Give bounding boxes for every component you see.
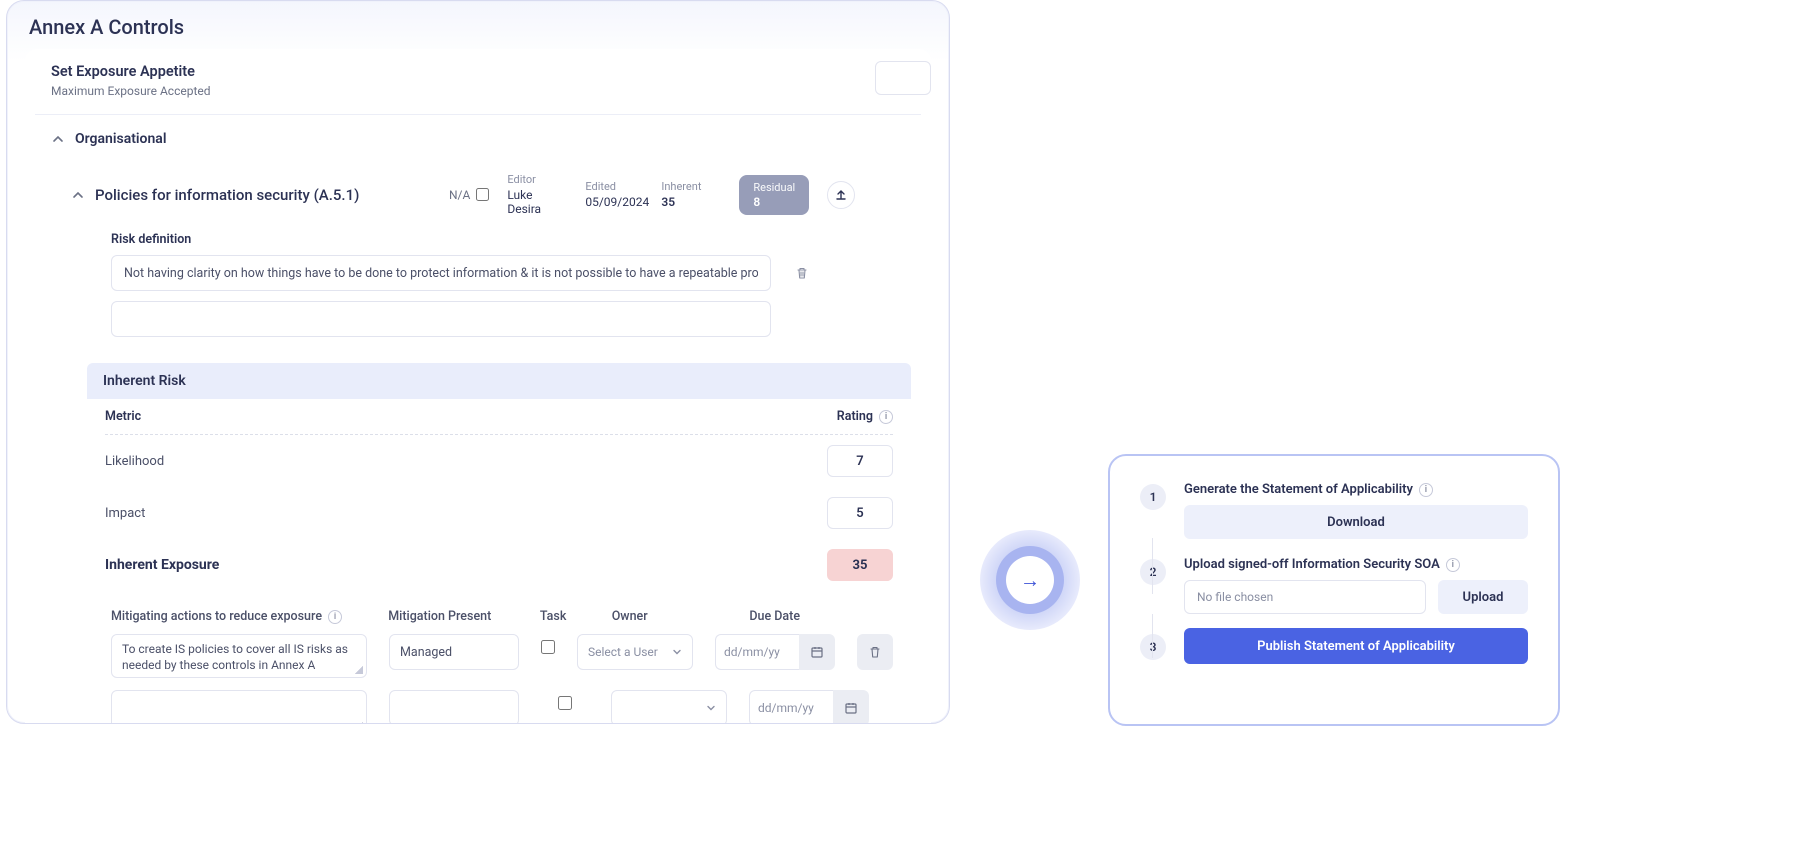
calendar-icon (844, 701, 858, 715)
exposure-title: Set Exposure Appetite (51, 63, 905, 80)
action-text-input[interactable] (111, 690, 367, 724)
exposure-appetite-card: Set Exposure Appetite Maximum Exposure A… (25, 49, 931, 114)
calendar-button[interactable] (833, 690, 869, 724)
page-title: Annex A Controls (7, 1, 949, 49)
metric-col-label: Metric (105, 409, 141, 424)
panel-body: Set Exposure Appetite Maximum Exposure A… (25, 49, 931, 724)
upload-icon (834, 188, 848, 202)
edited-label: Edited (585, 180, 643, 193)
download-button[interactable]: Download (1184, 505, 1528, 539)
owner-placeholder: Select a User (588, 645, 658, 659)
step-number-3: 3 (1140, 634, 1166, 660)
step-connector (1152, 538, 1153, 594)
editor-value: Luke Desira (507, 188, 567, 216)
likelihood-value[interactable]: 7 (827, 445, 893, 477)
col-mitigating-actions: Mitigating actions to reduce exposure (111, 609, 322, 624)
due-date-input[interactable]: dd/mm/yy (715, 634, 799, 670)
risk-definition-block: Risk definition (25, 226, 931, 357)
task-checkbox[interactable] (558, 696, 572, 710)
remove-action-button[interactable] (857, 634, 893, 670)
inherent-exposure-label: Inherent Exposure (105, 557, 219, 573)
risk-definition-label: Risk definition (111, 232, 845, 247)
task-checkbox[interactable] (541, 640, 555, 654)
flow-arrow-badge: → (980, 530, 1080, 630)
residual-value: 8 (753, 195, 760, 209)
col-task: Task (540, 609, 590, 624)
likelihood-label: Likelihood (105, 454, 164, 469)
impact-label: Impact (105, 506, 145, 521)
soa-wizard-card: 1 Generate the Statement of Applicabilit… (1108, 454, 1560, 726)
annex-controls-panel: Annex A Controls Set Exposure Appetite M… (6, 0, 950, 724)
chevron-up-icon (51, 132, 65, 146)
action-row-2: dd/mm/yy (111, 690, 869, 724)
control-title: Policies for information security (A.5.1… (95, 186, 359, 204)
step-connector (1152, 614, 1153, 658)
impact-value[interactable]: 5 (827, 497, 893, 529)
chevron-down-icon (706, 703, 716, 713)
due-date-input[interactable]: dd/mm/yy (749, 690, 833, 724)
na-checkbox[interactable] (476, 188, 489, 201)
publish-button[interactable]: Publish Statement of Applicability (1184, 628, 1528, 664)
owner-select[interactable] (611, 690, 727, 724)
chevron-up-icon (71, 188, 85, 202)
section-organisational[interactable]: Organisational (25, 115, 931, 163)
col-due-date: Due Date (749, 609, 869, 624)
step-2-title: Upload signed-off Information Security S… (1184, 557, 1440, 572)
upload-button[interactable] (827, 181, 855, 209)
delete-risk-def-button[interactable] (787, 258, 817, 288)
col-owner: Owner (612, 609, 728, 624)
rating-col-label: Rating (837, 409, 873, 424)
exposure-subtitle: Maximum Exposure Accepted (51, 84, 905, 98)
inherent-exposure-value: 35 (827, 549, 893, 581)
calendar-icon (810, 645, 824, 659)
risk-definition-input[interactable] (111, 255, 771, 291)
step-1-title: Generate the Statement of Applicability (1184, 482, 1413, 497)
mitigation-present-select[interactable]: Managed (389, 634, 519, 670)
chevron-down-icon (672, 647, 682, 657)
trash-icon (868, 645, 882, 659)
step-number-1: 1 (1140, 484, 1166, 510)
inherent-label: Inherent (661, 180, 721, 193)
info-icon[interactable]: i (879, 410, 893, 424)
exposure-value-input[interactable] (875, 61, 931, 95)
edited-value: 05/09/2024 (585, 195, 643, 209)
trash-icon (795, 266, 809, 280)
na-toggle[interactable]: N/A (449, 188, 489, 202)
editor-meta: Editor Luke Desira (507, 173, 567, 216)
info-icon[interactable]: i (1419, 483, 1433, 497)
inherent-value: 35 (661, 195, 721, 209)
col-mitigation-present: Mitigation Present (388, 609, 518, 624)
section-label: Organisational (75, 131, 166, 147)
step-2: 2 Upload signed-off Information Security… (1140, 557, 1528, 614)
inherent-risk-header: Inherent Risk (87, 363, 911, 399)
owner-select[interactable]: Select a User (577, 634, 693, 670)
editor-label: Editor (507, 173, 567, 186)
na-label: N/A (449, 188, 470, 202)
step-number-2: 2 (1140, 559, 1166, 585)
inherent-meta: Inherent 35 (661, 180, 721, 209)
upload-button[interactable]: Upload (1438, 580, 1528, 614)
risk-definition-input-empty[interactable] (111, 301, 771, 337)
residual-pill: Residual 8 (739, 175, 809, 215)
actions-header-row: Mitigating actions to reduce exposure i … (111, 609, 869, 624)
residual-label: Residual (753, 181, 795, 194)
arrow-right-icon: → (1020, 568, 1040, 593)
info-icon[interactable]: i (1446, 558, 1460, 572)
edited-meta: Edited 05/09/2024 (585, 180, 643, 209)
step-1: 1 Generate the Statement of Applicabilit… (1140, 482, 1528, 539)
control-row-a51: Policies for information security (A.5.1… (25, 163, 931, 226)
mitigation-present-select[interactable] (389, 690, 519, 724)
action-row-1: To create IS policies to cover all IS ri… (111, 634, 869, 678)
action-text-input[interactable]: To create IS policies to cover all IS ri… (111, 634, 367, 678)
control-header[interactable]: Policies for information security (A.5.1… (71, 186, 431, 204)
info-icon[interactable]: i (328, 610, 342, 624)
mitigating-actions-block: Mitigating actions to reduce exposure i … (25, 591, 931, 724)
inherent-risk-table: Metric Rating i Likelihood 7 Impact 5 In… (87, 399, 911, 591)
file-input[interactable]: No file chosen (1184, 580, 1426, 614)
step-3: 3 Publish Statement of Applicability (1140, 632, 1528, 664)
calendar-button[interactable] (799, 634, 835, 670)
